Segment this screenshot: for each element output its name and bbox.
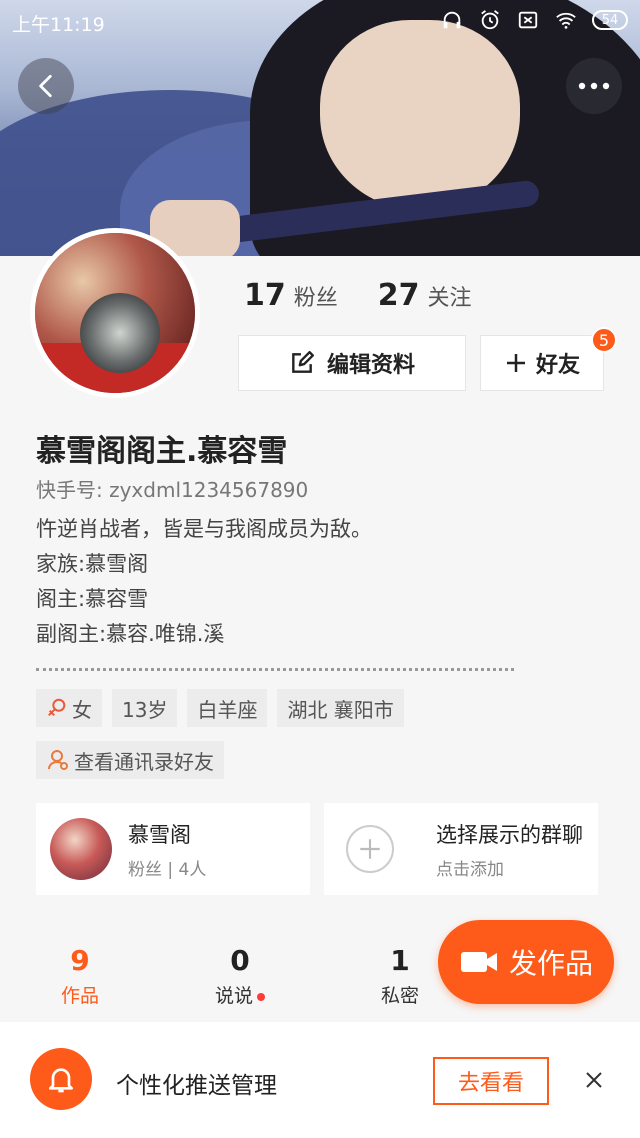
tab-works-count: 9: [70, 944, 90, 977]
friend-count-badge: 5: [591, 327, 617, 353]
status-bar: 上午11:19 54: [0, 0, 640, 42]
new-dot: [257, 992, 265, 1001]
tab-private-count: 1: [390, 944, 410, 977]
cover-figure-face: [320, 20, 520, 210]
tab-posts[interactable]: 0 说说: [190, 944, 290, 1008]
following-count: 27: [377, 278, 420, 313]
add-group-title: 选择展示的群聊: [436, 822, 583, 847]
plus-icon: [506, 354, 525, 372]
contacts-friends-button[interactable]: 查看通讯录好友: [36, 741, 224, 779]
chevron-left-icon: [39, 74, 52, 98]
contacts-icon: [48, 750, 68, 770]
headphones-icon: [443, 11, 461, 29]
tab-posts-label: 说说: [214, 985, 253, 1007]
following-stat[interactable]: 27 关注: [378, 278, 472, 313]
bio-line: 副阁主:慕容.唯锦.溪: [36, 622, 225, 646]
profile-stats: 17 粉丝 27 关注: [244, 278, 472, 313]
gender-tag: 女: [36, 689, 102, 727]
group-avatar: [50, 818, 112, 880]
fans-label: 粉丝: [293, 286, 338, 311]
bell-icon: [30, 1048, 92, 1110]
tab-works-label: 作品: [60, 985, 99, 1007]
add-group-card[interactable]: 选择展示的群聊 点击添加: [324, 803, 598, 895]
tab-private-label: 私密: [380, 985, 419, 1007]
zodiac-tag: 白羊座: [187, 689, 268, 727]
more-dots-icon: [578, 82, 610, 90]
group-subtitle: 粉丝 | 4人: [128, 859, 207, 880]
gender-label: 女: [72, 697, 92, 722]
status-icons: 54: [440, 9, 628, 31]
edit-icon: [292, 350, 315, 373]
nickname: 慕雪阁阁主.慕容雪: [36, 434, 288, 469]
no-sim-icon: [518, 11, 538, 29]
wifi-icon: [556, 12, 576, 29]
alarm-icon: [481, 10, 499, 30]
female-icon: [48, 698, 66, 717]
location-label: 湖北 襄阳市: [287, 697, 394, 722]
publish-button[interactable]: 发作品: [438, 920, 614, 1004]
back-button[interactable]: [18, 58, 74, 114]
edit-profile-label: 编辑资料: [326, 353, 415, 378]
push-notice-text: 个性化推送管理: [116, 1073, 277, 1099]
add-friend-button[interactable]: 好友: [480, 335, 604, 391]
kuaishou-id[interactable]: 快手号: zyxdml1234567890: [36, 474, 308, 503]
age-label: 13岁: [122, 697, 168, 722]
video-camera-icon: [460, 952, 497, 972]
add-group-subtitle: 点击添加: [436, 859, 504, 880]
more-options-button[interactable]: [566, 58, 622, 114]
edit-profile-button[interactable]: 编辑资料: [238, 335, 466, 391]
bio-line: 家族:慕雪阁: [36, 552, 149, 576]
contacts-friends-label: 查看通讯录好友: [74, 749, 214, 774]
tab-private[interactable]: 1 私密: [350, 944, 450, 1008]
add-friend-label: 好友: [535, 353, 580, 378]
dotted-divider: [36, 668, 514, 671]
age-tag: 13岁: [112, 689, 178, 727]
profile-tags: 女 13岁 白羊座 湖北 襄阳市: [36, 689, 404, 727]
zodiac-label: 白羊座: [197, 697, 258, 722]
battery-indicator: 54: [592, 10, 628, 30]
tab-posts-count: 0: [230, 944, 250, 977]
bio: 忤逆肖战者，皆是与我阁成员为敌。 家族:慕雪阁 阁主:慕容雪 副阁主:慕容.唯锦…: [36, 512, 372, 652]
status-time: 上午11:19: [12, 14, 105, 36]
avatar[interactable]: [30, 228, 200, 398]
publish-label: 发作品: [508, 947, 593, 980]
location-tag: 湖北 襄阳市: [277, 689, 404, 727]
close-icon[interactable]: [580, 1066, 608, 1094]
fans-stat[interactable]: 17 粉丝: [244, 278, 338, 313]
group-cards: 慕雪阁 粉丝 | 4人 选择展示的群聊 点击添加: [36, 803, 598, 895]
add-circle-icon: [346, 825, 394, 873]
avatar-fan: [80, 293, 160, 373]
tab-works[interactable]: 9 作品: [30, 944, 130, 1008]
bio-line: 忤逆肖战者，皆是与我阁成员为敌。: [36, 517, 372, 541]
bio-line: 阁主:慕容雪: [36, 587, 149, 611]
go-see-button[interactable]: 去看看: [433, 1057, 549, 1105]
group-title: 慕雪阁: [128, 822, 191, 847]
fans-count: 17: [244, 278, 286, 313]
group-card[interactable]: 慕雪阁 粉丝 | 4人: [36, 803, 310, 895]
push-notice-bar: 个性化推送管理 去看看: [0, 1022, 640, 1138]
following-label: 关注: [427, 286, 472, 311]
